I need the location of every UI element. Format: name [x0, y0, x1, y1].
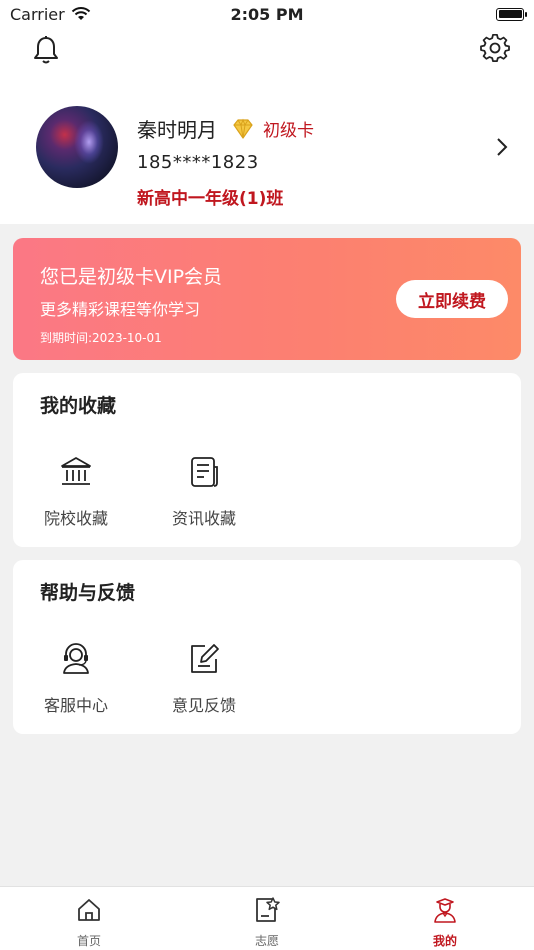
tab-volunteer[interactable]: 志愿: [227, 887, 307, 950]
home-icon: [78, 899, 100, 921]
battery-icon: [496, 7, 527, 21]
building-icon: [61, 457, 91, 485]
help-title: 帮助与反馈: [40, 582, 136, 604]
news-favorites-label: 资讯收藏: [171, 509, 236, 528]
tab-volunteer-label: 志愿: [254, 934, 279, 948]
feedback-label: 意见反馈: [171, 696, 236, 715]
customer-service[interactable]: 客服中心: [26, 642, 126, 722]
wifi-icon: [71, 7, 90, 20]
class-name: 新高中一年级(1)班: [137, 189, 284, 209]
tab-mine-label: 我的: [432, 934, 457, 948]
favorites-card: 我的收藏 院校收藏 资讯收藏: [13, 373, 521, 547]
tab-mine[interactable]: 我的: [405, 887, 485, 950]
tab-bar: 首页 志愿 我的: [0, 886, 534, 950]
chevron-right-icon[interactable]: [494, 136, 510, 158]
vip-title: 您已是初级卡VIP会员: [40, 266, 223, 288]
help-card: 帮助与反馈 客服中心 意见反馈: [13, 560, 521, 734]
vip-subtitle: 更多精彩课程等你学习: [40, 300, 201, 319]
profile-header: 秦时明月 初级卡 185****1823 新高中一年级(1)班: [0, 28, 534, 224]
headset-icon: [63, 643, 89, 674]
renew-button[interactable]: 立即续费: [396, 280, 508, 318]
bell-icon[interactable]: [30, 34, 62, 66]
customer-service-label: 客服中心: [43, 696, 108, 715]
document-icon: [191, 457, 218, 487]
username: 秦时明月: [137, 118, 217, 142]
tab-home[interactable]: 首页: [49, 887, 129, 950]
favorites-title: 我的收藏: [40, 395, 117, 417]
profile-summary[interactable]: 秦时明月 初级卡 185****1823 新高中一年级(1)班: [36, 106, 516, 216]
carrier-label: Carrier: [10, 4, 65, 24]
status-bar: Carrier 2:05 PM: [0, 0, 534, 28]
clock: 2:05 PM: [230, 4, 304, 24]
school-favorites[interactable]: 院校收藏: [26, 455, 126, 535]
diamond-icon: [233, 118, 253, 139]
edit-icon: [191, 644, 219, 673]
avatar[interactable]: [36, 106, 118, 188]
vip-banner: 您已是初级卡VIP会员 更多精彩课程等你学习 到期时间:2023-10-01 立…: [13, 238, 521, 360]
vip-expiry: 到期时间:2023-10-01: [40, 331, 162, 345]
star-doc-icon: [256, 897, 280, 922]
school-favorites-label: 院校收藏: [43, 509, 108, 528]
gear-icon[interactable]: [480, 34, 510, 64]
feedback[interactable]: 意见反馈: [154, 642, 254, 722]
phone-number: 185****1823: [137, 152, 259, 173]
membership-level: 初级卡: [263, 121, 314, 141]
tab-home-label: 首页: [76, 934, 101, 948]
user-icon: [434, 898, 456, 923]
news-favorites[interactable]: 资讯收藏: [154, 455, 254, 535]
